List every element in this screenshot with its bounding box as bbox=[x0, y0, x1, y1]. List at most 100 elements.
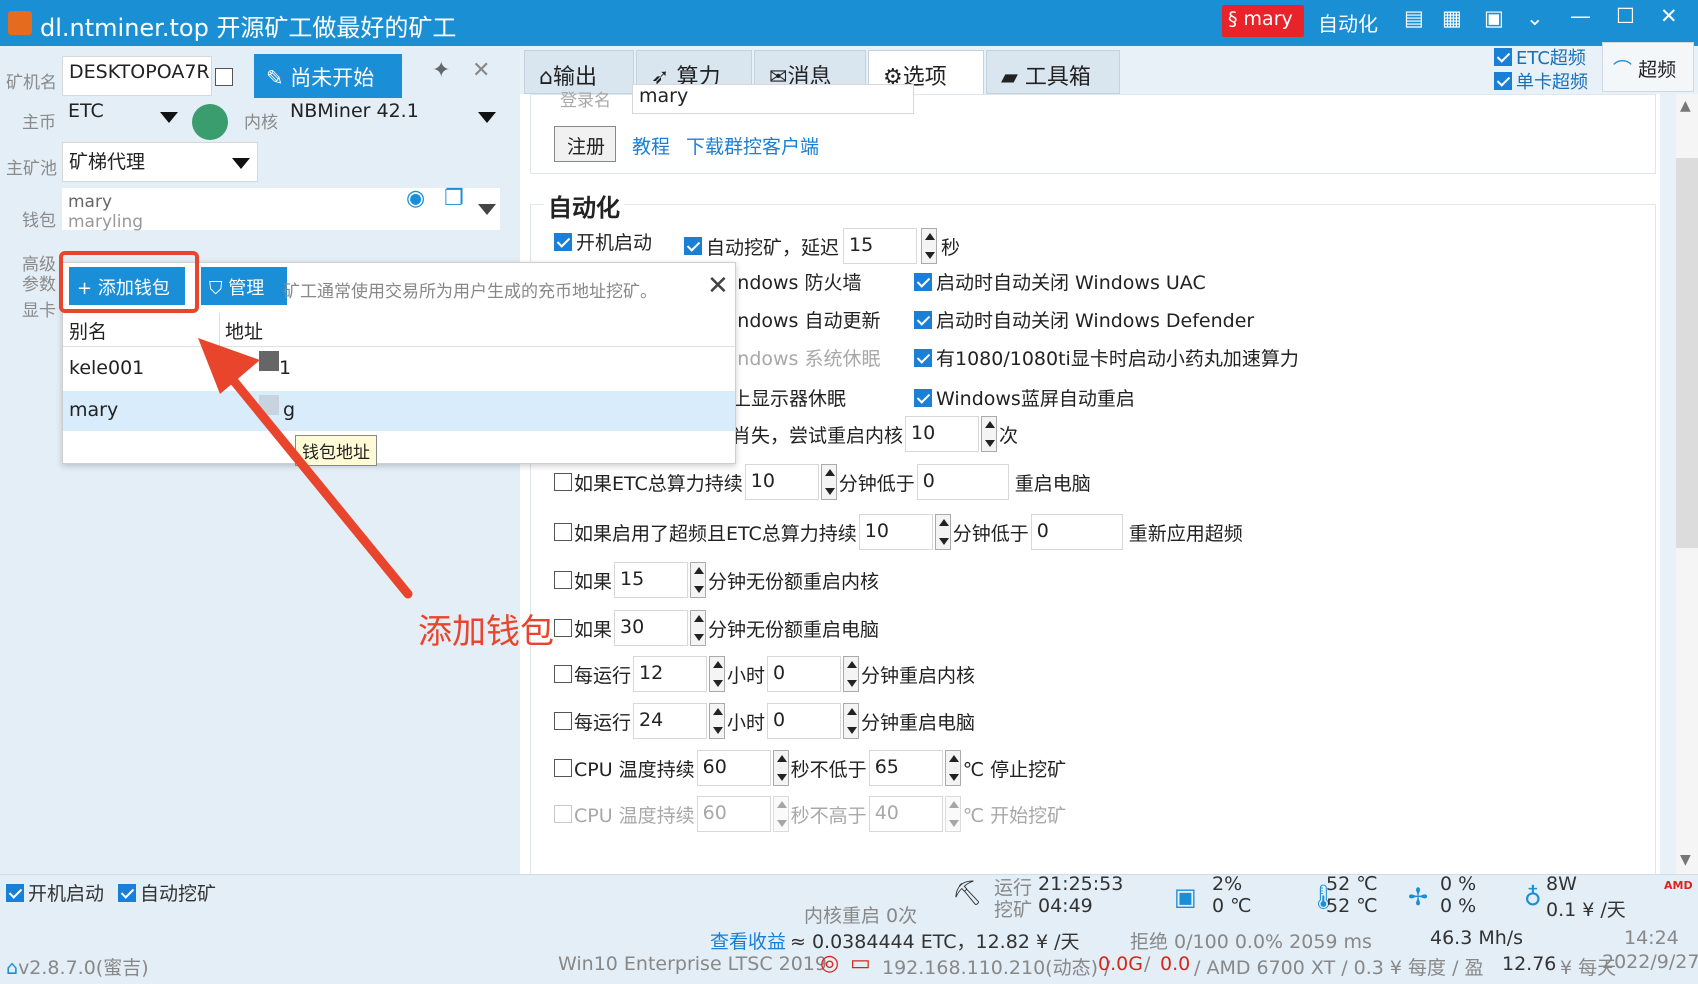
etc-overclock-option[interactable]: ETC超频 bbox=[1494, 44, 1586, 70]
r1-spinner-1[interactable] bbox=[820, 464, 837, 500]
user-badge[interactable]: § mary bbox=[1222, 5, 1304, 37]
r7-input-1[interactable]: 60 bbox=[696, 750, 771, 786]
r8-input-1[interactable]: 60 bbox=[696, 796, 771, 832]
chevron-down-icon[interactable]: ⌄ bbox=[1526, 6, 1544, 30]
kernel-dropdown-icon[interactable] bbox=[478, 112, 496, 123]
automation-button[interactable]: 自动化 bbox=[1318, 8, 1378, 37]
r1-input-2[interactable]: 0 bbox=[916, 464, 1009, 500]
uac-checkbox[interactable] bbox=[914, 272, 932, 291]
r5-spinner-2[interactable] bbox=[843, 656, 860, 692]
pool-dropdown-icon[interactable] bbox=[232, 158, 250, 169]
scroll-down-icon[interactable]: ▼ bbox=[1680, 852, 1691, 868]
reapply-overclock-option[interactable]: 如果启用了超频且ETC总算力持续 10 分钟低于 0 重新应用超频 bbox=[554, 514, 1243, 550]
restart-kernel-input[interactable]: 10 bbox=[905, 416, 980, 452]
close-panel-icon[interactable]: ✕ bbox=[472, 58, 490, 83]
pill-checkbox[interactable] bbox=[914, 348, 932, 367]
miner-name-field[interactable]: DESKTOPOA7RI bbox=[62, 56, 212, 96]
scrollbar-thumb[interactable] bbox=[1676, 158, 1698, 548]
uac-option[interactable]: 启动时自动关闭 Windows UAC bbox=[914, 268, 1206, 295]
login-field[interactable]: mary bbox=[632, 84, 914, 114]
periodic-restart-kernel-checkbox[interactable] bbox=[554, 665, 572, 683]
single-overclock-checkbox[interactable] bbox=[1494, 72, 1512, 90]
maximize-icon[interactable]: ☐ bbox=[1616, 4, 1635, 28]
r8-input-2[interactable]: 40 bbox=[868, 796, 943, 832]
r6-spinner-2[interactable] bbox=[843, 703, 860, 739]
cpu-temp-stop-option[interactable]: CPU 温度持续 60 秒不低于 65 ℃ 停止挖矿 bbox=[554, 750, 1066, 786]
restart-kernel-option[interactable]: 肖失，尝试重启内核 10 次 bbox=[732, 416, 1018, 452]
r7-spinner-2[interactable] bbox=[944, 750, 961, 786]
register-button[interactable]: 注册 bbox=[554, 126, 616, 162]
status-auto-mine[interactable]: 自动挖矿 bbox=[118, 879, 216, 906]
overclock-button[interactable]: ⌒ 超频 bbox=[1602, 42, 1694, 92]
auto-mine-checkbox[interactable] bbox=[684, 237, 702, 255]
sleep-option[interactable]: indows 系统休眠 bbox=[732, 344, 880, 371]
reapply-overclock-checkbox[interactable] bbox=[554, 523, 572, 541]
coin-dropdown-icon[interactable] bbox=[160, 112, 178, 123]
r6-input-2[interactable]: 0 bbox=[767, 703, 842, 739]
bluescreen-checkbox[interactable] bbox=[914, 388, 932, 407]
bluescreen-option[interactable]: Windows蓝屏自动重启 bbox=[914, 384, 1135, 411]
periodic-restart-kernel-option[interactable]: 每运行 12 小时 0 分钟重启内核 bbox=[554, 656, 975, 692]
no-share-restart-pc-checkbox[interactable] bbox=[554, 619, 572, 637]
kernel-select[interactable]: NBMiner 42.1 bbox=[284, 96, 502, 136]
wallet-field[interactable]: mary maryling bbox=[62, 188, 500, 232]
hashrate-restart-pc-checkbox[interactable] bbox=[554, 473, 572, 491]
manage-button[interactable]: ⛉ 管理 bbox=[201, 267, 287, 305]
r5-spinner-1[interactable] bbox=[709, 656, 726, 692]
no-share-restart-pc-option[interactable]: 如果 30 分钟无份额重启电脑 bbox=[554, 610, 879, 646]
r8-spinner-2[interactable] bbox=[944, 796, 961, 832]
periodic-restart-pc-option[interactable]: 每运行 24 小时 0 分钟重启电脑 bbox=[554, 703, 975, 739]
auto-mine-delay-input[interactable]: 15 bbox=[843, 228, 918, 264]
status-auto-mine-checkbox[interactable] bbox=[118, 883, 136, 902]
pin-icon[interactable]: ✦ bbox=[432, 58, 450, 83]
boot-start-checkbox[interactable] bbox=[554, 232, 572, 251]
col-alias-header[interactable]: 别名 bbox=[69, 317, 107, 344]
close-icon[interactable]: ✕ bbox=[1660, 4, 1678, 28]
r2-input-2[interactable]: 0 bbox=[1030, 514, 1123, 550]
cpu-temp-start-checkbox[interactable] bbox=[554, 805, 572, 823]
r4-spinner[interactable] bbox=[690, 610, 707, 646]
document-icon[interactable]: ▤ bbox=[1404, 6, 1424, 30]
delay-spinner[interactable] bbox=[921, 228, 938, 264]
tab-toolbox[interactable]: ▰ 工具箱 bbox=[986, 50, 1120, 94]
defender-checkbox[interactable] bbox=[914, 310, 932, 329]
pool-select[interactable]: 矿梯代理 bbox=[62, 142, 258, 182]
miner-name-checkbox[interactable] bbox=[215, 68, 233, 86]
update-option[interactable]: indows 自动更新 bbox=[732, 306, 880, 333]
status-boot-start[interactable]: 开机启动 bbox=[6, 879, 104, 906]
auto-mine-option[interactable]: 自动挖矿，延迟 15 秒 bbox=[684, 228, 960, 264]
cpu-temp-start-option[interactable]: CPU 温度持续 60 秒不高于 40 ℃ 开始挖矿 bbox=[554, 796, 1066, 832]
r4-input[interactable]: 30 bbox=[614, 610, 689, 646]
r2-spinner-1[interactable] bbox=[934, 514, 951, 550]
r5-input-1[interactable]: 12 bbox=[633, 656, 708, 692]
minimize-icon[interactable]: — bbox=[1570, 4, 1591, 28]
single-overclock-option[interactable]: 单卡超频 bbox=[1494, 68, 1588, 94]
r1-input-1[interactable]: 10 bbox=[744, 464, 819, 500]
scroll-up-icon[interactable]: ▲ bbox=[1680, 98, 1691, 114]
boot-start-option[interactable]: 开机启动 bbox=[554, 228, 652, 255]
r5-input-2[interactable]: 0 bbox=[767, 656, 842, 692]
popup-close-icon[interactable]: ✕ bbox=[707, 271, 729, 301]
version-label[interactable]: ⌂v2.8.7.0(蜜吉) bbox=[6, 953, 149, 980]
monitor-icon[interactable]: ▣ bbox=[1484, 6, 1504, 30]
eye-icon[interactable]: ◉ bbox=[406, 186, 425, 211]
etc-overclock-checkbox[interactable] bbox=[1494, 48, 1512, 66]
cpu-temp-stop-checkbox[interactable] bbox=[554, 759, 572, 777]
start-button[interactable]: ✎ 尚未开始 bbox=[254, 54, 402, 98]
pill-option[interactable]: 有1080/1080ti显卡时启动小药丸加速算力 bbox=[914, 344, 1299, 371]
no-share-restart-kernel-option[interactable]: 如果 15 分钟无份额重启内核 bbox=[554, 562, 879, 598]
periodic-restart-pc-checkbox[interactable] bbox=[554, 712, 572, 730]
restart-kernel-spinner[interactable] bbox=[981, 416, 998, 452]
grid-icon[interactable]: ▦ bbox=[1442, 6, 1462, 30]
r8-spinner-1[interactable] bbox=[772, 796, 789, 832]
no-share-restart-kernel-checkbox[interactable] bbox=[554, 571, 572, 589]
status-boot-start-checkbox[interactable] bbox=[6, 883, 24, 902]
r7-spinner-1[interactable] bbox=[772, 750, 789, 786]
hashrate-restart-pc-option[interactable]: 如果ETC总算力持续 10 分钟低于 0 重启电脑 bbox=[554, 464, 1091, 500]
view-income-link[interactable]: 查看收益 bbox=[710, 927, 786, 954]
download-client-link[interactable]: 下载群控客户端 bbox=[686, 132, 819, 159]
tutorial-link[interactable]: 教程 bbox=[632, 132, 670, 159]
r3-input[interactable]: 15 bbox=[614, 562, 689, 598]
defender-option[interactable]: 启动时自动关闭 Windows Defender bbox=[914, 306, 1254, 333]
wallet-dropdown-icon[interactable] bbox=[478, 204, 496, 215]
